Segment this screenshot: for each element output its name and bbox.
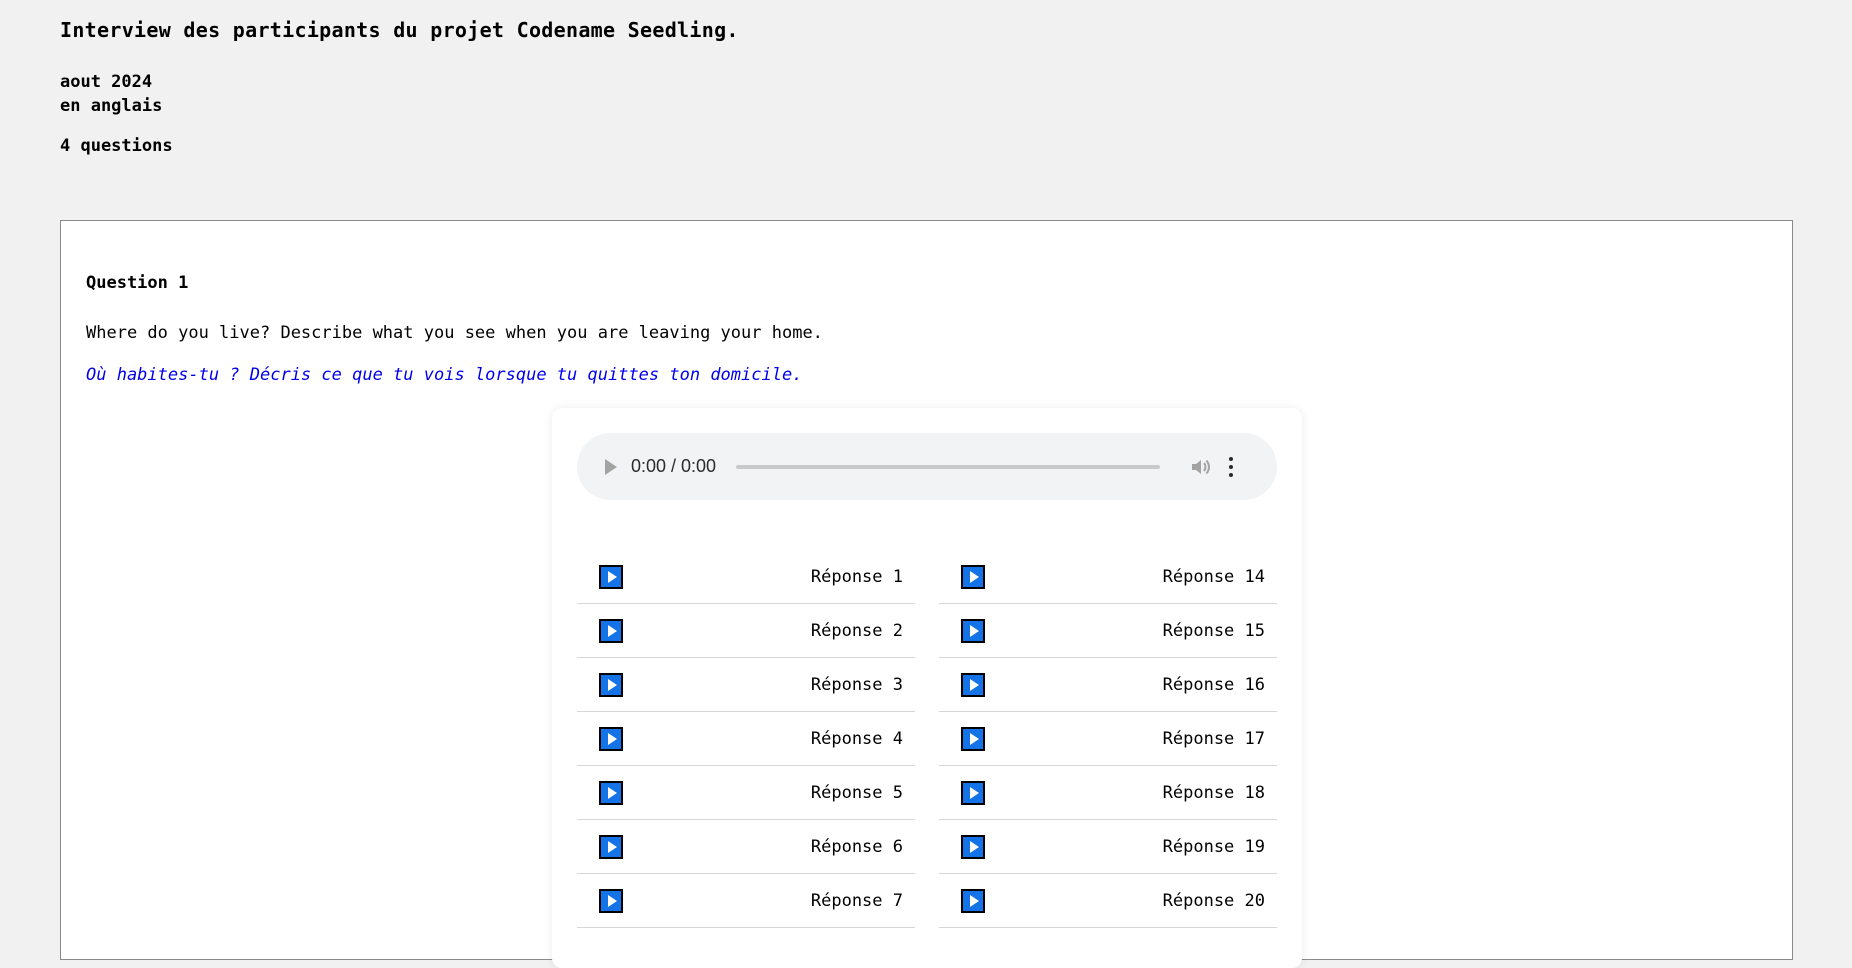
question-text-fr: Où habites-tu ? Décris ce que tu vois lo…: [86, 365, 803, 385]
play-icon[interactable]: [599, 834, 623, 859]
more-vertical-icon[interactable]: [1228, 456, 1234, 477]
response-label: Réponse 14: [1162, 566, 1265, 587]
response-row[interactable]: Réponse 16: [939, 658, 1277, 712]
play-icon[interactable]: [961, 618, 985, 643]
response-row[interactable]: Réponse 4: [577, 712, 915, 766]
question-count: 4 questions: [60, 136, 173, 156]
response-row[interactable]: Réponse 7: [577, 874, 915, 928]
response-label: Réponse 16: [1162, 674, 1265, 695]
audio-time: 0:00 / 0:00: [631, 456, 717, 476]
page-header: Interview des participants du projet Cod…: [60, 18, 739, 156]
question-panel: Question 1 Where do you live? Describe w…: [60, 220, 1793, 968]
response-label: Réponse 18: [1162, 782, 1265, 803]
play-icon[interactable]: [599, 726, 623, 751]
volume-icon[interactable]: [1190, 457, 1212, 477]
responses-column-left: Réponse 1 Réponse 2 Réponse 3 Réponse 4 …: [577, 550, 915, 928]
responses-card: 0:00 / 0:00 Réponse 1 Réponse 2 Réponse …: [552, 408, 1302, 968]
page-title: Interview des participants du projet Cod…: [60, 18, 739, 42]
responses-column-right: Réponse 14 Réponse 15 Réponse 16 Réponse…: [939, 550, 1277, 928]
more-dot: [1229, 472, 1234, 477]
interview-language: en anglais: [60, 96, 163, 116]
play-icon[interactable]: [961, 888, 985, 913]
response-row[interactable]: Réponse 5: [577, 766, 915, 820]
response-label: Réponse 6: [810, 836, 903, 857]
response-row[interactable]: Réponse 19: [939, 820, 1277, 874]
question-label: Question 1: [86, 273, 189, 293]
interview-date: aout 2024: [60, 72, 153, 92]
question-text-en: Where do you live? Describe what you see…: [86, 323, 823, 343]
response-label: Réponse 5: [810, 782, 903, 803]
play-icon[interactable]: [599, 564, 623, 589]
response-row[interactable]: Réponse 1: [577, 550, 915, 604]
response-row[interactable]: Réponse 6: [577, 820, 915, 874]
response-label: Réponse 3: [810, 674, 903, 695]
response-label: Réponse 17: [1162, 728, 1265, 749]
response-row[interactable]: Réponse 20: [939, 874, 1277, 928]
response-label: Réponse 15: [1162, 620, 1265, 641]
audio-progress-track[interactable]: [736, 464, 1161, 469]
response-row[interactable]: Réponse 17: [939, 712, 1277, 766]
response-label: Réponse 1: [810, 566, 903, 587]
interview-meta: aout 2024 en anglais: [60, 70, 739, 118]
play-icon[interactable]: [961, 672, 985, 697]
response-label: Réponse 2: [810, 620, 903, 641]
response-label: Réponse 19: [1162, 836, 1265, 857]
play-icon[interactable]: [599, 780, 623, 805]
response-row[interactable]: Réponse 18: [939, 766, 1277, 820]
response-row[interactable]: Réponse 15: [939, 604, 1277, 658]
play-icon[interactable]: [599, 672, 623, 697]
response-row[interactable]: Réponse 2: [577, 604, 915, 658]
response-label: Réponse 20: [1162, 890, 1265, 911]
play-icon[interactable]: [599, 618, 623, 643]
audio-player: 0:00 / 0:00: [577, 433, 1277, 500]
response-label: Réponse 7: [810, 890, 903, 911]
volume-icon-glyph: [1192, 459, 1211, 474]
response-row[interactable]: Réponse 14: [939, 550, 1277, 604]
play-icon[interactable]: [961, 780, 985, 805]
play-icon[interactable]: [961, 834, 985, 859]
play-icon[interactable]: [961, 564, 985, 589]
play-icon[interactable]: [605, 458, 617, 475]
more-dot: [1229, 456, 1234, 461]
more-dot: [1229, 464, 1234, 469]
play-icon[interactable]: [599, 888, 623, 913]
response-label: Réponse 4: [810, 728, 903, 749]
response-row[interactable]: Réponse 3: [577, 658, 915, 712]
play-icon[interactable]: [961, 726, 985, 751]
